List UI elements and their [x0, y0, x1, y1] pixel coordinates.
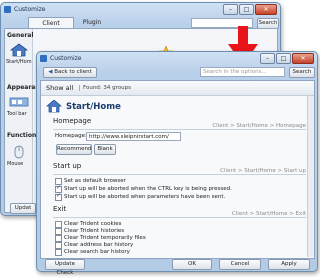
- checkbox-label: Clear search bar history: [64, 249, 130, 255]
- checkbox-abort-params[interactable]: [55, 192, 62, 201]
- divider: [53, 217, 306, 218]
- app-icon: [4, 6, 11, 13]
- maximize-icon[interactable]: □: [276, 53, 291, 64]
- tab-plugin[interactable]: Plugin: [73, 18, 111, 28]
- blank-button[interactable]: Blank: [94, 144, 116, 155]
- checkbox-label: Clear Trident temporarily files: [64, 235, 146, 241]
- section-title-exit: Exit: [53, 205, 67, 213]
- sidebar-heading-appearance: Appearan: [7, 84, 40, 91]
- sidebar-item-start-home[interactable]: Start/Hom: [6, 59, 32, 65]
- home-icon: [9, 43, 29, 57]
- page-title: Start/Home: [66, 102, 121, 112]
- checkbox-clear-cookies[interactable]: [55, 221, 62, 228]
- sidebar-item-mouse[interactable]: Mouse: [7, 161, 23, 167]
- checkbox-clear-search-history[interactable]: [55, 249, 62, 256]
- cancel-button[interactable]: Cancel: [219, 259, 261, 270]
- home-icon: [46, 100, 62, 113]
- close-icon[interactable]: ✕: [255, 4, 277, 15]
- sidebar-item-toolbar[interactable]: Tool bar: [7, 111, 27, 117]
- checkbox-label: Clear Trident cookies: [64, 221, 122, 227]
- sidebar-heading-functions: Functions: [7, 132, 40, 139]
- minimize-icon[interactable]: –: [260, 53, 275, 64]
- divider: [53, 129, 306, 130]
- back-update-button[interactable]: Updat: [10, 203, 36, 214]
- back-window-title: Customize: [14, 6, 46, 13]
- checkbox-label: Clear address bar history: [64, 242, 134, 248]
- homepage-label: Homepage:: [55, 133, 87, 139]
- maximize-icon[interactable]: □: [239, 4, 254, 15]
- mouse-icon: [14, 145, 24, 159]
- front-search-button[interactable]: Search: [289, 67, 315, 78]
- front-content: Show all Found: 34 groups Start/Home Hom…: [40, 80, 315, 259]
- checkbox-label: Clear Trident histories: [64, 228, 125, 234]
- section-title-homepage: Homepage: [53, 117, 92, 125]
- toolbar-icon: [9, 97, 29, 107]
- show-all-link[interactable]: Show all: [46, 84, 73, 92]
- checkbox-clear-histories[interactable]: [55, 228, 62, 235]
- options-search-input[interactable]: Search in the options...: [200, 67, 285, 77]
- update-check-button[interactable]: Update Check: [45, 259, 85, 276]
- back-to-client-button[interactable]: ◀ Back to client: [43, 67, 97, 78]
- apply-button[interactable]: Apply: [268, 259, 310, 270]
- vertical-scrollbar[interactable]: [307, 96, 314, 257]
- sidebar-heading-general: General: [7, 32, 34, 39]
- found-count: Found: 34 groups: [79, 85, 131, 91]
- section-title-startup: Start up: [53, 162, 82, 170]
- divider: [53, 174, 306, 175]
- front-window-title: Customize: [50, 55, 82, 62]
- ok-button[interactable]: OK: [172, 259, 212, 270]
- homepage-url-input[interactable]: http://www.sleipnirstart.com/: [86, 132, 181, 141]
- minimize-icon[interactable]: –: [223, 4, 238, 15]
- app-icon: [40, 55, 47, 62]
- front-customize-window: Customize – □ ✕ ◀ Back to client Search …: [36, 51, 318, 276]
- recommend-button[interactable]: Recommend: [56, 144, 92, 155]
- checkbox-clear-temp-files[interactable]: [55, 235, 62, 242]
- checkbox-label: Start up will be aborted when the CTRL k…: [64, 186, 232, 192]
- checkbox-label: Start up will be aborted when parameters…: [64, 194, 226, 200]
- checkbox-clear-address-history[interactable]: [55, 242, 62, 249]
- checkbox-label: Set as default browser: [64, 178, 126, 184]
- close-icon[interactable]: ✕: [292, 53, 314, 64]
